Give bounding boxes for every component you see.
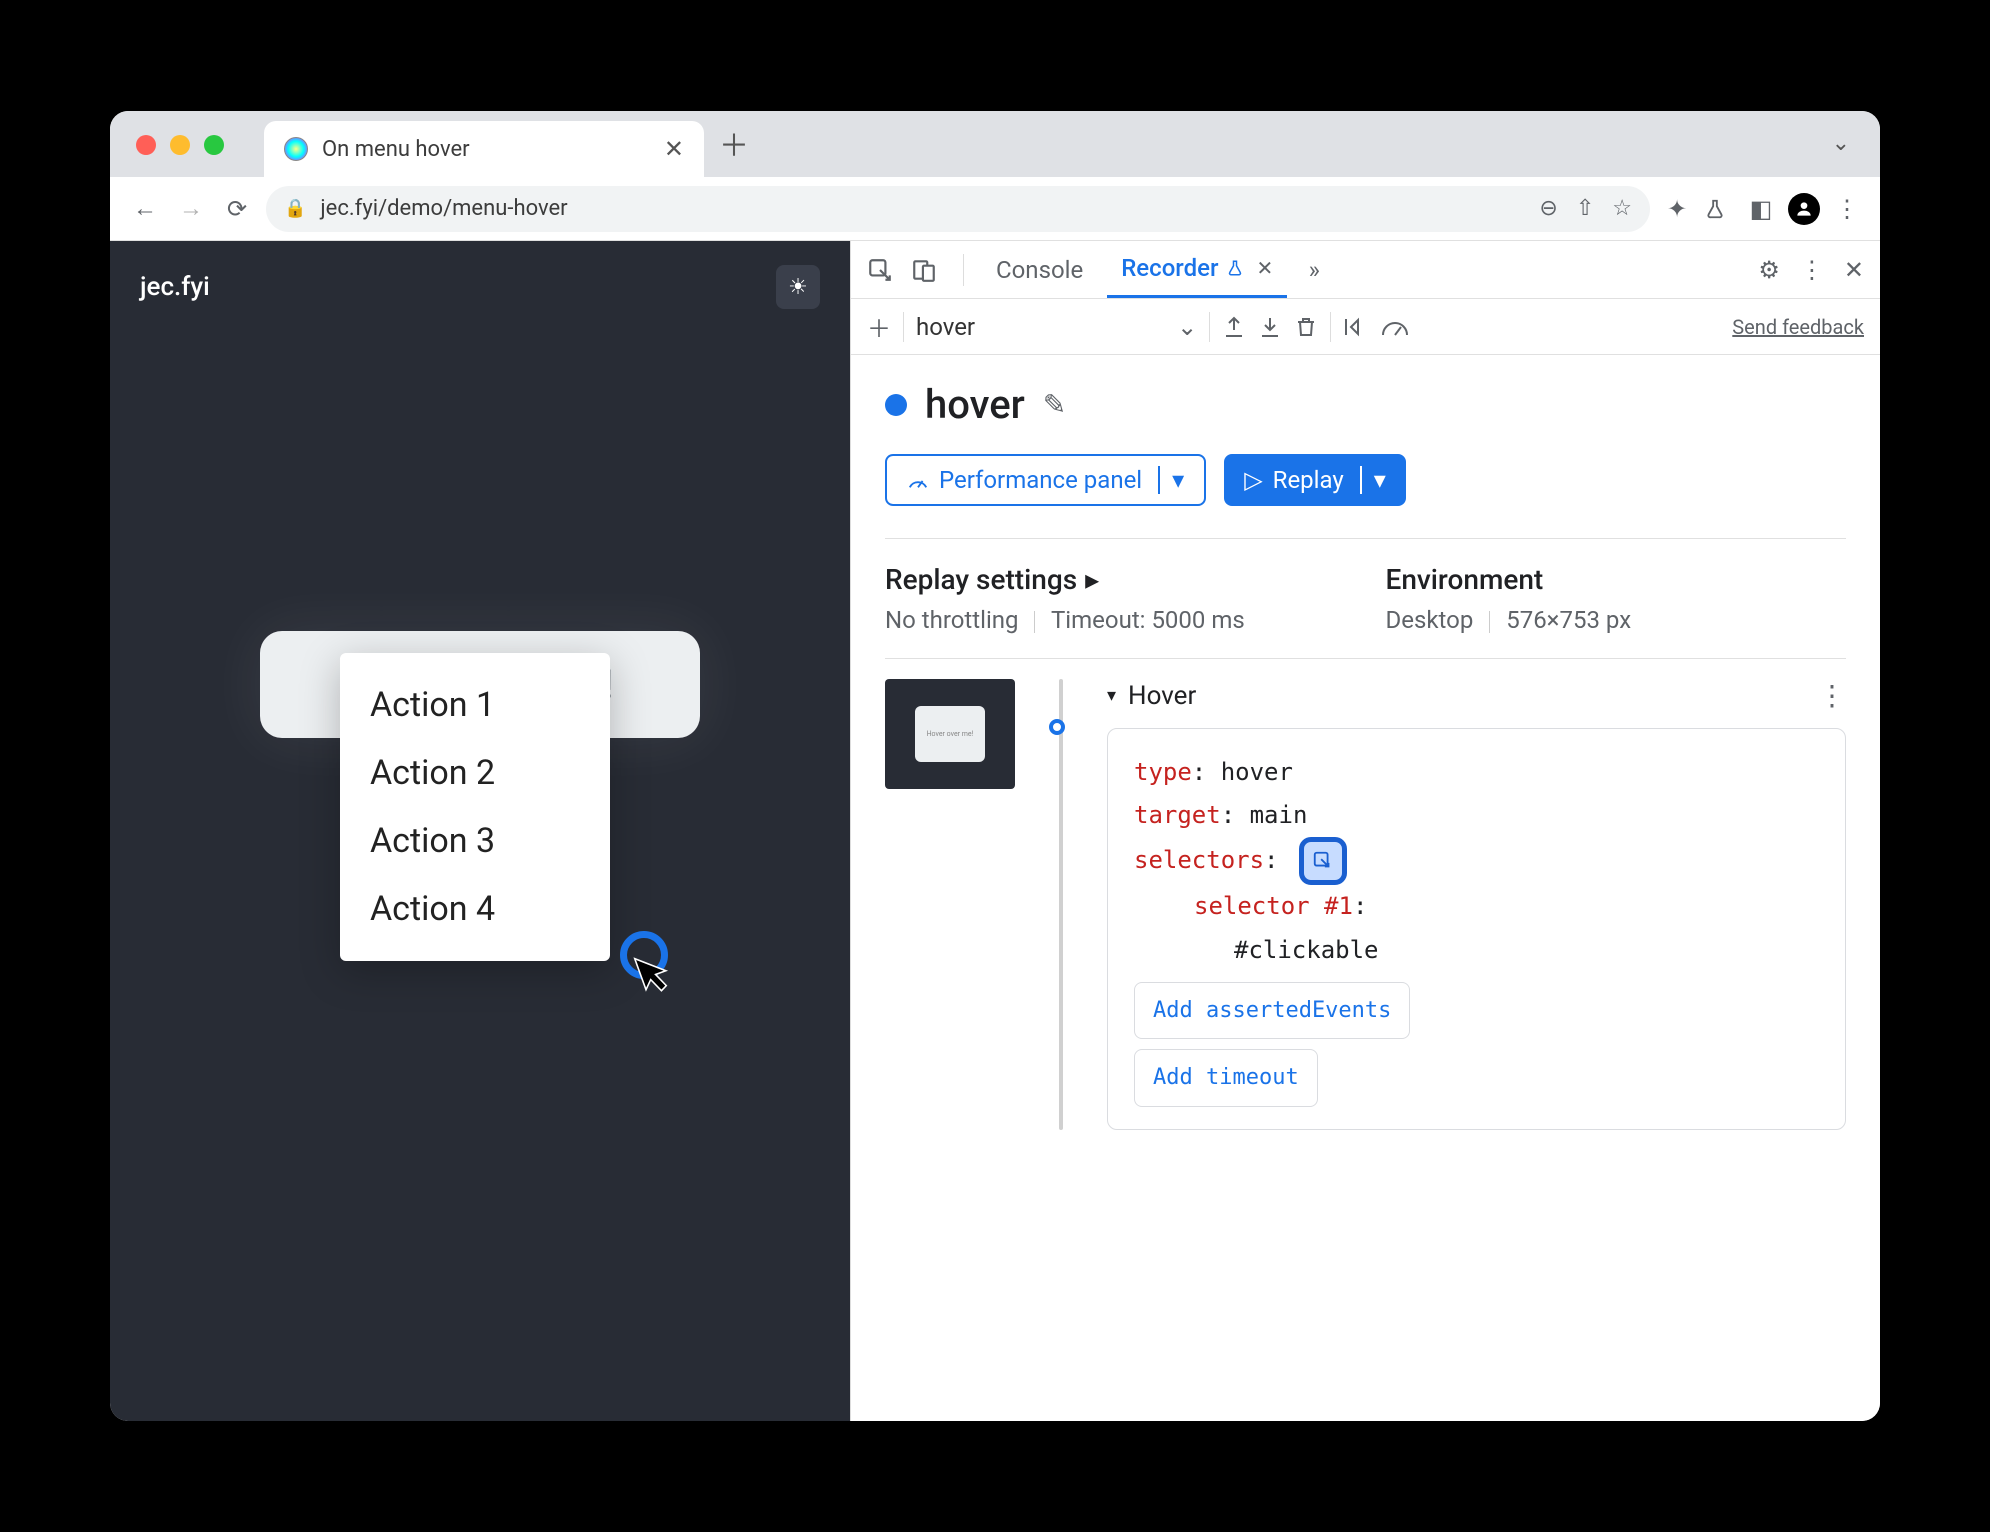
menu-item-4[interactable]: Action 4: [340, 875, 610, 943]
close-window-button[interactable]: [136, 135, 156, 155]
settings-icon[interactable]: ⚙: [1758, 256, 1780, 284]
bookmark-icon[interactable]: ☆: [1612, 196, 1632, 221]
step-menu-icon[interactable]: ⋮: [1818, 679, 1846, 712]
web-page: jec.fyi ☀ Hover over me! Action 1 Action…: [110, 241, 850, 1421]
inspect-icon[interactable]: [867, 257, 901, 283]
selector-label: selector #1: [1194, 892, 1353, 920]
recorder-body: hover ✎ Performance panel ▾ ▷ Replay ▾: [851, 355, 1880, 1421]
target-key: target: [1134, 801, 1221, 829]
device-value: Desktop: [1386, 606, 1474, 634]
selector-picker-button[interactable]: [1299, 837, 1347, 885]
timeline-line: [1059, 679, 1063, 1130]
labs-icon[interactable]: [1704, 198, 1734, 220]
timeout-value: 5000 ms: [1151, 606, 1244, 634]
environment-header: Environment: [1386, 563, 1847, 596]
chevron-right-icon: ▸: [1085, 563, 1099, 596]
close-devtools-icon[interactable]: ✕: [1844, 256, 1864, 284]
replay-button[interactable]: ▷ Replay ▾: [1224, 454, 1406, 506]
menu-icon[interactable]: ⋮: [1832, 195, 1862, 223]
tab-recorder[interactable]: Recorder ✕: [1107, 241, 1287, 298]
minimize-window-button[interactable]: [170, 135, 190, 155]
import-icon[interactable]: [1258, 315, 1282, 339]
menu-item-1[interactable]: Action 1: [340, 671, 610, 739]
target-value[interactable]: main: [1250, 801, 1308, 829]
timeline: Hover over me! ▾ Hover ⋮ type: hover: [885, 679, 1846, 1130]
extensions-icon[interactable]: ✦: [1662, 195, 1692, 223]
side-panel-icon[interactable]: ◧: [1746, 195, 1776, 223]
cursor-icon: [632, 947, 679, 1000]
window-controls: [136, 135, 224, 155]
browser-tab[interactable]: On menu hover ✕: [264, 121, 704, 177]
tab-console[interactable]: Console: [982, 241, 1097, 298]
timeline-step-dot[interactable]: [1049, 719, 1065, 735]
type-value[interactable]: hover: [1221, 758, 1293, 786]
flask-icon: [1226, 259, 1244, 277]
selectors-key: selectors: [1134, 846, 1264, 874]
share-icon[interactable]: ⇧: [1576, 196, 1594, 221]
theme-toggle-button[interactable]: ☀: [776, 265, 820, 309]
replay-settings-header[interactable]: Replay settings ▸: [885, 563, 1346, 596]
devtools-panel: Console Recorder ✕ » ⚙ ⋮ ✕ ＋ hover ⌄: [850, 241, 1880, 1421]
recording-dropdown-icon[interactable]: ⌄: [1177, 313, 1197, 341]
step-details: type: hover target: main selectors: sele…: [1107, 728, 1846, 1130]
menu-item-3[interactable]: Action 3: [340, 807, 610, 875]
edit-title-button[interactable]: ✎: [1043, 388, 1066, 421]
url-input[interactable]: 🔒 jec.fyi/demo/menu-hover ⊖ ⇧ ☆: [266, 186, 1650, 232]
viewport-dims: 576×753 px: [1506, 606, 1631, 634]
kebab-icon[interactable]: ⋮: [1800, 256, 1824, 284]
recorder-toolbar: ＋ hover ⌄ Send feedback: [851, 299, 1880, 355]
url-text: jec.fyi/demo/menu-hover: [320, 196, 567, 221]
throttling-value: No throttling: [885, 606, 1019, 634]
step-header[interactable]: ▾ Hover ⋮: [1107, 679, 1846, 712]
step-name: Hover: [1128, 681, 1196, 711]
favicon-icon: [284, 137, 308, 161]
more-tabs-icon[interactable]: »: [1297, 256, 1331, 284]
send-feedback-link[interactable]: Send feedback: [1732, 315, 1864, 339]
lock-icon: 🔒: [284, 198, 306, 219]
recording-select[interactable]: hover: [916, 313, 975, 341]
zoom-icon[interactable]: ⊖: [1539, 196, 1557, 221]
add-recording-button[interactable]: ＋: [867, 309, 891, 344]
reload-button[interactable]: ⟳: [220, 192, 254, 226]
thumbnail-card: Hover over me!: [915, 706, 985, 762]
step-thumbnail[interactable]: Hover over me!: [885, 679, 1015, 789]
titlebar: On menu hover ✕ ＋ ⌄: [110, 111, 1880, 177]
maximize-window-button[interactable]: [204, 135, 224, 155]
gauge-icon: [907, 469, 929, 491]
site-name: jec.fyi: [140, 272, 210, 302]
tabs-dropdown-icon[interactable]: ⌄: [1832, 131, 1850, 156]
close-panel-icon[interactable]: ✕: [1256, 256, 1273, 280]
recording-status-icon: [885, 394, 907, 416]
type-key: type: [1134, 758, 1192, 786]
caret-down-icon[interactable]: ▾: [1158, 466, 1184, 494]
collapse-icon[interactable]: ▾: [1107, 685, 1116, 706]
menu-item-2[interactable]: Action 2: [340, 739, 610, 807]
hover-menu: Action 1 Action 2 Action 3 Action 4: [340, 653, 610, 961]
selector-value[interactable]: #clickable: [1234, 936, 1379, 964]
content-area: jec.fyi ☀ Hover over me! Action 1 Action…: [110, 241, 1880, 1421]
performance-panel-button[interactable]: Performance panel ▾: [885, 454, 1206, 506]
export-icon[interactable]: [1222, 315, 1246, 339]
play-icon: ▷: [1244, 466, 1262, 494]
close-tab-button[interactable]: ✕: [664, 135, 684, 163]
new-tab-button[interactable]: ＋: [714, 121, 754, 165]
add-timeout-button[interactable]: Add timeout: [1134, 1049, 1318, 1107]
caret-down-icon[interactable]: ▾: [1360, 466, 1386, 494]
step-icon[interactable]: [1343, 316, 1369, 338]
slow-replay-icon[interactable]: [1381, 317, 1409, 337]
add-asserted-events-button[interactable]: Add assertedEvents: [1134, 982, 1410, 1040]
forward-button[interactable]: →: [174, 192, 208, 226]
back-button[interactable]: ←: [128, 192, 162, 226]
timeout-label: Timeout:: [1051, 606, 1146, 634]
browser-window: On menu hover ✕ ＋ ⌄ ← → ⟳ 🔒 jec.fyi/demo…: [110, 111, 1880, 1421]
recording-title: hover: [925, 381, 1025, 428]
replay-settings-grid: Replay settings ▸ No throttling Timeout:…: [885, 538, 1846, 659]
tab-title: On menu hover: [322, 137, 470, 162]
hover-card[interactable]: Hover over me! Action 1 Action 2 Action …: [260, 631, 700, 738]
devtools-tabstrip: Console Recorder ✕ » ⚙ ⋮ ✕: [851, 241, 1880, 299]
device-toggle-icon[interactable]: [911, 257, 945, 283]
delete-icon[interactable]: [1294, 315, 1318, 339]
profile-avatar[interactable]: [1788, 193, 1820, 225]
address-bar: ← → ⟳ 🔒 jec.fyi/demo/menu-hover ⊖ ⇧ ☆ ✦ …: [110, 177, 1880, 241]
